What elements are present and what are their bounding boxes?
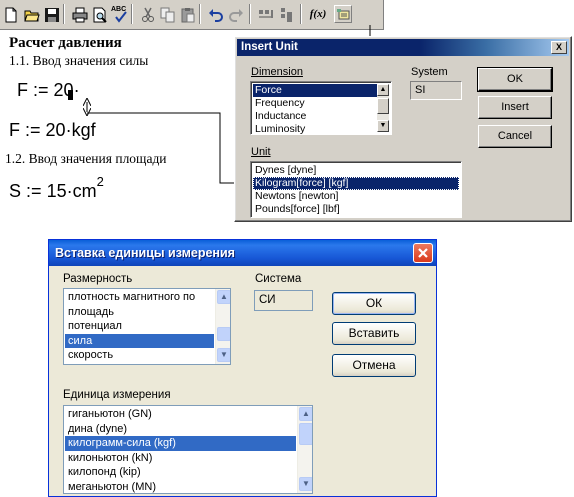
unit-ru-list-item[interactable]: гиганьютон (GN) — [65, 407, 296, 422]
scroll-up-icon[interactable]: ▲ — [217, 290, 230, 304]
dimension-ru-list-item[interactable]: площадь — [65, 305, 214, 320]
unit-label-ru: Единица измерения — [63, 389, 171, 401]
unit-label: Unit — [251, 146, 271, 158]
unit-listbox[interactable]: Dynes [dyne] Kilogram[force] [kgf] Newtons… — [250, 161, 462, 218]
unit-listbox-ru[interactable]: гиганьютон (GN) дина (dyne) килограмм-сила… — [63, 405, 313, 494]
dimension-ru-list-item[interactable]: потенциал — [65, 319, 214, 334]
dimension-list-item[interactable]: Luminosity — [253, 123, 377, 134]
system-label: System — [411, 66, 448, 78]
unit-list-item[interactable]: Pounds[force] [lbf] — [253, 203, 459, 216]
cancel-button-ru[interactable]: Отмена — [332, 354, 416, 377]
dimension-listbox-ru[interactable]: плотность магнитного по площадь потенциал с… — [63, 288, 231, 365]
unit-ru-list-item[interactable]: дина (dyne) — [65, 422, 296, 437]
scroll-thumb[interactable] — [299, 423, 312, 445]
cancel-button[interactable]: Cancel — [478, 125, 552, 148]
dimension-label-ru: Размерность — [63, 273, 133, 285]
dimension-label: Dimension — [251, 66, 303, 78]
unit-scrollbar-ru[interactable]: ▲ ▼ — [297, 406, 312, 493]
unit-list-item[interactable]: Newtons [newton] — [253, 190, 459, 203]
dimension-list-item[interactable]: Inductance — [253, 110, 377, 123]
scroll-thumb[interactable] — [217, 327, 230, 341]
system-field-ru: СИ — [254, 290, 313, 311]
dimension-scrollbar-ru[interactable]: ▲ ▼ — [215, 289, 230, 364]
scroll-thumb[interactable] — [377, 98, 389, 114]
unit-ru-list-item[interactable]: килограмм-сила (kgf) — [65, 436, 296, 451]
dimension-ru-list-item[interactable]: плотность магнитного по — [65, 290, 214, 305]
unit-list-item[interactable]: Dynes [dyne] — [253, 164, 459, 177]
dimension-ru-list-item[interactable]: сила — [65, 333, 214, 348]
system-label-ru: Система — [255, 273, 302, 285]
insert-unit-dialog: Insert Unit X Dimension Force Frequency In… — [234, 36, 572, 222]
dialog-titlebar: Insert Unit X — [237, 39, 569, 56]
ok-button[interactable]: OK — [477, 67, 553, 92]
dimension-ru-list-item[interactable]: скорость — [65, 348, 214, 363]
scroll-down-icon[interactable]: ▼ — [299, 477, 312, 491]
dialog-titlebar-ru: Вставка единицы измерения — [49, 240, 436, 266]
scroll-down-icon[interactable]: ▼ — [377, 120, 389, 132]
ok-button-ru[interactable]: ОК — [332, 292, 416, 315]
unit-ru-list-item[interactable]: меганьютон (MN) — [65, 480, 296, 494]
dimension-scrollbar[interactable]: ▲ ▼ — [377, 84, 389, 132]
scroll-up-icon[interactable]: ▲ — [377, 84, 389, 96]
unit-ru-list-item[interactable]: килопонд (kip) — [65, 465, 296, 480]
insert-button-ru[interactable]: Вставить — [332, 322, 416, 345]
dimension-listbox[interactable]: Force Frequency Inductance Luminosity ▲ ▼ — [250, 81, 392, 135]
dialog-title-ru: Вставка единицы измерения — [55, 246, 235, 260]
dialog-title: Insert Unit — [241, 41, 298, 53]
unit-list-item[interactable]: Kilogram[force] [kgf] — [253, 177, 459, 190]
close-button-ru[interactable] — [413, 243, 433, 263]
insert-unit-dialog-ru: Вставка единицы измерения Размерность пл… — [48, 239, 437, 497]
system-field: SI — [410, 81, 462, 100]
insert-button[interactable]: Insert — [478, 96, 552, 119]
unit-ru-list-item[interactable]: килоньютон (kN) — [65, 451, 296, 466]
close-button[interactable]: X — [551, 41, 567, 54]
scroll-up-icon[interactable]: ▲ — [299, 407, 312, 421]
dimension-list-item[interactable]: Force — [253, 84, 377, 97]
close-icon — [418, 248, 428, 258]
scroll-down-icon[interactable]: ▼ — [217, 348, 230, 362]
dimension-list-item[interactable]: Frequency — [253, 97, 377, 110]
